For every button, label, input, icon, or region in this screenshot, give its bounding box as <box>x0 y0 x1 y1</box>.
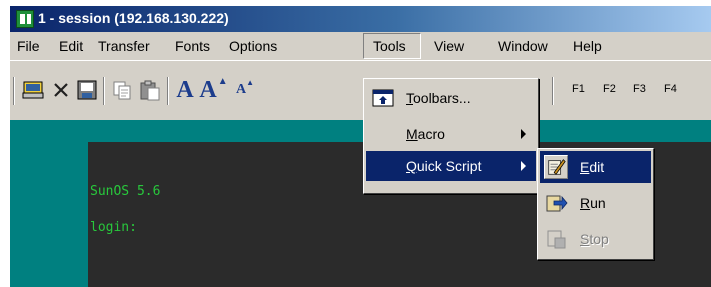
menu-item-quick-script[interactable]: Quick Script <box>366 151 536 181</box>
menu-item-toolbars[interactable]: Toolbars... <box>366 83 536 113</box>
submenu-item-run-label: Run <box>580 195 606 211</box>
toolbar-separator <box>13 77 15 105</box>
f4-key-button[interactable]: F4 <box>664 83 677 95</box>
toolbar-separator <box>552 77 554 105</box>
terminal-line: SunOS 5.6 <box>90 184 161 199</box>
label-rest: dit <box>589 159 605 175</box>
submenu-item-edit[interactable]: Edit <box>540 151 651 183</box>
mnemonic: S <box>580 231 590 247</box>
menu-item-macro[interactable]: Macro <box>366 119 536 149</box>
menu-options[interactable]: Options <box>229 38 277 54</box>
menu-bar: File Edit Transfer Fonts Options Tools V… <box>10 32 711 60</box>
terminal-line: login: <box>90 220 137 235</box>
mnemonic: R <box>580 195 591 211</box>
window-title: 1 - session (192.168.130.222) <box>38 10 229 26</box>
toolbar-separator <box>167 77 169 105</box>
f2-key-button[interactable]: F2 <box>603 83 616 95</box>
menu-transfer[interactable]: Transfer <box>98 38 150 54</box>
menu-help[interactable]: Help <box>573 38 602 54</box>
menu-file[interactable]: File <box>17 38 40 54</box>
mnemonic: M <box>406 126 418 142</box>
f3-key-button[interactable]: F3 <box>633 83 646 95</box>
f1-key-button[interactable]: F1 <box>572 83 585 95</box>
label-rest: top <box>589 231 609 247</box>
app-icon[interactable] <box>16 10 34 28</box>
submenu-item-stop: Stop <box>540 223 651 255</box>
font-smaller-icon[interactable]: A ▲ <box>232 77 258 103</box>
submenu-item-run[interactable]: Run <box>540 187 651 219</box>
font-smaller-glyph: A <box>235 82 247 97</box>
caret-up-icon: ▲ <box>246 77 255 87</box>
label-rest: acro <box>417 126 445 142</box>
connect-icon[interactable] <box>20 77 46 103</box>
submenu-arrow-icon <box>521 129 526 139</box>
toolbar-separator <box>103 77 105 105</box>
quick-script-submenu: Edit Run Stop <box>537 148 654 260</box>
title-bar[interactable]: 1 - session (192.168.130.222) <box>10 6 711 32</box>
submenu-item-stop-label: Stop <box>580 231 609 247</box>
mnemonic: T <box>406 90 413 106</box>
submenu-arrow-icon <box>521 161 526 171</box>
menu-fonts[interactable]: Fonts <box>175 38 210 54</box>
run-script-icon <box>546 195 568 212</box>
mnemonic: E <box>580 159 590 175</box>
font-larger-glyph: A <box>199 76 217 103</box>
toolbar: A A ▲ A ▲ F1 F2 F3 F4 <box>10 60 711 120</box>
menu-tools-label: Tools <box>373 38 406 54</box>
menu-tools[interactable]: Tools <box>363 33 421 59</box>
disconnect-icon[interactable] <box>48 77 74 103</box>
label-rest: un <box>590 195 606 211</box>
tools-menu: Toolbars... Macro Quick Script <box>363 78 539 194</box>
edit-script-icon <box>544 155 568 179</box>
toolbars-icon <box>372 89 394 107</box>
menu-item-quick-script-label: Quick Script <box>406 158 481 174</box>
menu-view[interactable]: View <box>434 38 464 54</box>
session-properties-icon[interactable] <box>74 77 100 103</box>
mnemonic: Q <box>406 158 417 174</box>
paste-icon[interactable] <box>137 77 163 103</box>
label-rest: uick Script <box>416 158 482 174</box>
menu-window[interactable]: Window <box>498 38 548 54</box>
font-larger-icon[interactable]: A ▲ <box>199 75 228 103</box>
copy-icon[interactable] <box>109 77 135 103</box>
label-rest: oolbars... <box>413 90 471 106</box>
stop-script-icon <box>547 230 566 249</box>
menu-item-macro-label: Macro <box>406 126 445 142</box>
menu-item-toolbars-label: Toolbars... <box>406 90 471 106</box>
font-icon[interactable]: A <box>172 77 198 103</box>
menu-edit[interactable]: Edit <box>59 38 83 54</box>
submenu-item-edit-label: Edit <box>580 159 604 175</box>
caret-up-icon: ▲ <box>217 75 228 87</box>
